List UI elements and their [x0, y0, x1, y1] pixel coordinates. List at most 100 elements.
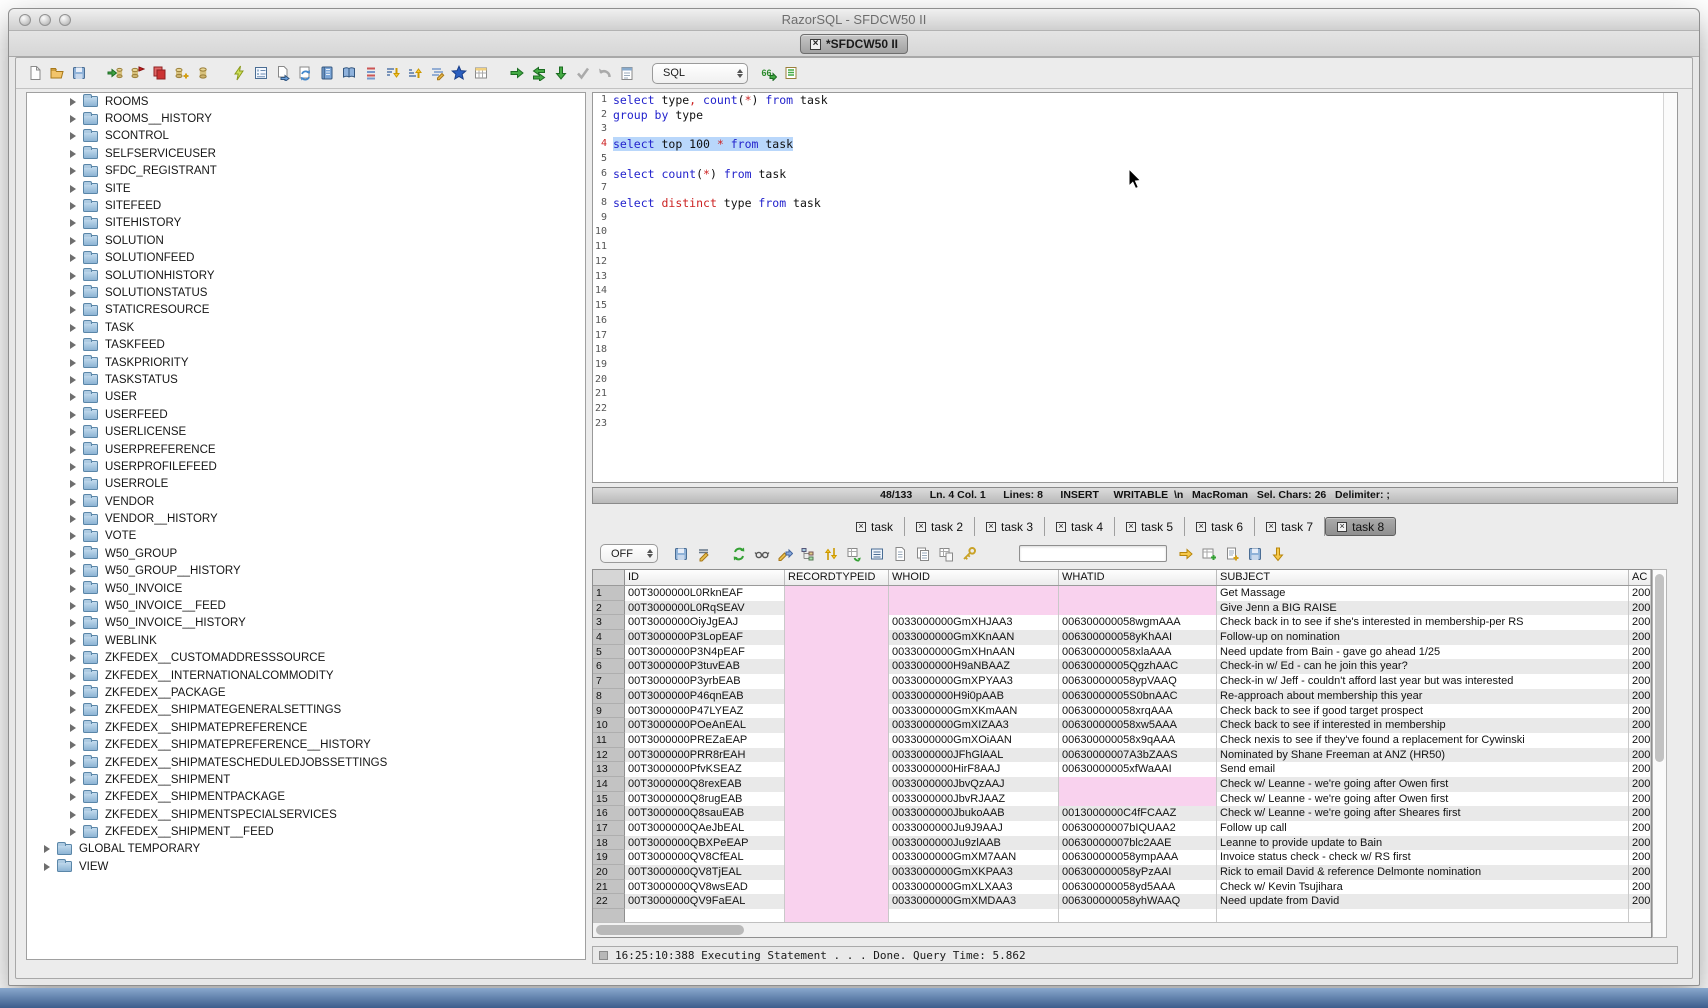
table-cell[interactable]	[785, 880, 889, 895]
table-cell[interactable]: 0033000000GmXHnAAN	[889, 645, 1059, 660]
row-limit-select[interactable]: OFF	[600, 544, 658, 563]
table-cell[interactable]: 00630000005QgzhAAC	[1059, 659, 1217, 674]
table-cell[interactable]: Check nexis to see if they've found a re…	[1217, 733, 1629, 748]
expand-triangle-icon[interactable]	[70, 376, 76, 384]
table-cell[interactable]: Check-in w/ Jeff - couldn't afford last …	[1217, 674, 1629, 689]
list-lines-icon[interactable]	[360, 62, 382, 84]
table-cell[interactable]	[785, 674, 889, 689]
download-arrow-icon[interactable]	[1267, 543, 1288, 564]
table-cell[interactable]	[785, 894, 889, 909]
table-cell[interactable]: 00630000007A3bZAAS	[1059, 748, 1217, 763]
close-icon[interactable]	[1056, 522, 1066, 532]
results-horizontal-scrollbar[interactable]	[593, 922, 1651, 937]
go-arrow-icon[interactable]	[1175, 543, 1196, 564]
table-cell[interactable]: Leanne to provide update to Bain	[1217, 836, 1629, 851]
table-cell[interactable]: Re-approach about membership this year	[1217, 689, 1629, 704]
document-tab[interactable]: *SFDCW50 II	[800, 34, 908, 54]
table-cell[interactable]: 00630000007blc2AAE	[1059, 836, 1217, 851]
table-row[interactable]: 800T3000000P46qnEAB0033000000H9i0pAAB006…	[593, 689, 1651, 704]
editor-line-21[interactable]: 21	[593, 387, 1677, 402]
table-cell[interactable]: 006300000058wgmAAA	[1059, 615, 1217, 630]
close-icon[interactable]	[1337, 522, 1347, 532]
expand-triangle-icon[interactable]	[70, 706, 76, 714]
expand-triangle-icon[interactable]	[70, 619, 76, 627]
table-cell[interactable]	[1059, 792, 1217, 807]
table-cell[interactable]: Give Jenn a BIG RAISE	[1217, 601, 1629, 616]
table-cell[interactable]: 200	[1629, 659, 1651, 674]
expand-triangle-icon[interactable]	[70, 132, 76, 140]
tree-item-w50-group[interactable]: W50_GROUP	[27, 545, 585, 562]
expand-triangle-icon[interactable]	[70, 237, 76, 245]
row-number[interactable]: 8	[593, 689, 625, 704]
tree-item-zkfedex-customaddresssource[interactable]: ZKFEDEX__CUSTOMADDRESSSOURCE	[27, 650, 585, 667]
table-cell[interactable]: 0033000000JbukoAAB	[889, 806, 1059, 821]
table-cell[interactable]	[785, 586, 889, 601]
table-cell[interactable]: 200	[1629, 689, 1651, 704]
editor-line-3[interactable]: 3	[593, 122, 1677, 137]
expand-triangle-icon[interactable]	[70, 167, 76, 175]
row-number[interactable]: 2	[593, 601, 625, 616]
row-number[interactable]: 15	[593, 792, 625, 807]
table-cell[interactable]	[785, 821, 889, 836]
tree-item-site[interactable]: SITE	[27, 180, 585, 197]
editor-line-10[interactable]: 10	[593, 225, 1677, 240]
table-cell[interactable]: 200	[1629, 601, 1651, 616]
table-cell[interactable]: 006300000058yd5AAA	[1059, 880, 1217, 895]
tree-item-zkfedex-shipmentpackage[interactable]: ZKFEDEX__SHIPMENTPACKAGE	[27, 789, 585, 806]
table-cell[interactable]	[785, 704, 889, 719]
table-row[interactable]: 1800T3000000QBXPeEAP0033000000Ju9zlAAB00…	[593, 836, 1651, 851]
table-cell[interactable]: 00T3000000OiyJgEAJ	[625, 615, 785, 630]
table-cell[interactable]: 200	[1629, 850, 1651, 865]
format-sql-icon[interactable]	[426, 62, 448, 84]
tree-item-rooms-history[interactable]: ROOMS__HISTORY	[27, 110, 585, 127]
editor-line-1[interactable]: 1select type, count(*) from task	[593, 93, 1677, 108]
table-cell[interactable]: Check-in w/ Ed - can he join this year?	[1217, 659, 1629, 674]
expand-triangle-icon[interactable]	[70, 341, 76, 349]
tree-item-w50-invoice-feed[interactable]: W50_INVOICE__FEED	[27, 597, 585, 614]
editor-line-12[interactable]: 12	[593, 255, 1677, 270]
table-cell[interactable]: 00T3000000P46qnEAB	[625, 689, 785, 704]
tree-item-zkfedex-shipmentspecialservices[interactable]: ZKFEDEX__SHIPMENTSPECIALSERVICES	[27, 806, 585, 823]
commit-check-icon[interactable]	[572, 62, 594, 84]
expand-triangle-icon[interactable]	[70, 741, 76, 749]
db-icon[interactable]	[192, 62, 214, 84]
row-number[interactable]: 20	[593, 865, 625, 880]
save-icon[interactable]	[1244, 543, 1265, 564]
expand-triangle-icon[interactable]	[70, 828, 76, 836]
tree-item-userfeed[interactable]: USERFEED	[27, 406, 585, 423]
expand-triangle-icon[interactable]	[70, 602, 76, 610]
table-cell[interactable]: 200	[1629, 762, 1651, 777]
tree-item-solutionfeed[interactable]: SOLUTIONFEED	[27, 250, 585, 267]
tree-item-zkfedex-shipmatepreference-history[interactable]: ZKFEDEX__SHIPMATEPREFERENCE__HISTORY	[27, 736, 585, 753]
table-cell[interactable]: Follow up call	[1217, 821, 1629, 836]
result-tab-task[interactable]: task	[845, 517, 905, 536]
tree-item-taskstatus[interactable]: TASKSTATUS	[27, 371, 585, 388]
clipboard-icon[interactable]	[616, 62, 638, 84]
expand-triangle-icon[interactable]	[70, 219, 76, 227]
row-number[interactable]: 22	[593, 894, 625, 909]
table-cell[interactable]	[785, 806, 889, 821]
result-tab-task-6[interactable]: task 6	[1185, 517, 1255, 536]
editor-scrollbar[interactable]	[1663, 93, 1677, 482]
table-cell[interactable]: Check w/ Leanne - we're going after Owen…	[1217, 792, 1629, 807]
expand-triangle-icon[interactable]	[70, 689, 76, 697]
expand-triangle-icon[interactable]	[70, 150, 76, 158]
close-icon[interactable]	[916, 522, 926, 532]
column-header-recordtypeid[interactable]: RECORDTYPEID	[785, 570, 889, 585]
table-row[interactable]: 200T3000000L0RqSEAVGive Jenn a BIG RAISE…	[593, 601, 1651, 616]
expand-triangle-icon[interactable]	[70, 793, 76, 801]
scroll-thumb[interactable]	[596, 925, 744, 935]
table-cell[interactable]: 006300000058ympAAA	[1059, 850, 1217, 865]
table-cell[interactable]: 00630000005S0bnAAC	[1059, 689, 1217, 704]
tree-item-vendor-history[interactable]: VENDOR__HISTORY	[27, 510, 585, 527]
table-cell[interactable]: Nominated by Shane Freeman at ANZ (HR50)	[1217, 748, 1629, 763]
table-copy-icon[interactable]	[935, 543, 956, 564]
table-cell[interactable]: 200	[1629, 615, 1651, 630]
table-cell[interactable]: Send email	[1217, 762, 1629, 777]
table-cell[interactable]: 0033000000GmXPYAA3	[889, 674, 1059, 689]
table-cell[interactable]: 200	[1629, 674, 1651, 689]
editor-line-20[interactable]: 20	[593, 373, 1677, 388]
table-cell[interactable]: Follow-up on nomination	[1217, 630, 1629, 645]
table-cell[interactable]: 006300000058ypVAAQ	[1059, 674, 1217, 689]
tree-item-vendor[interactable]: VENDOR	[27, 493, 585, 510]
